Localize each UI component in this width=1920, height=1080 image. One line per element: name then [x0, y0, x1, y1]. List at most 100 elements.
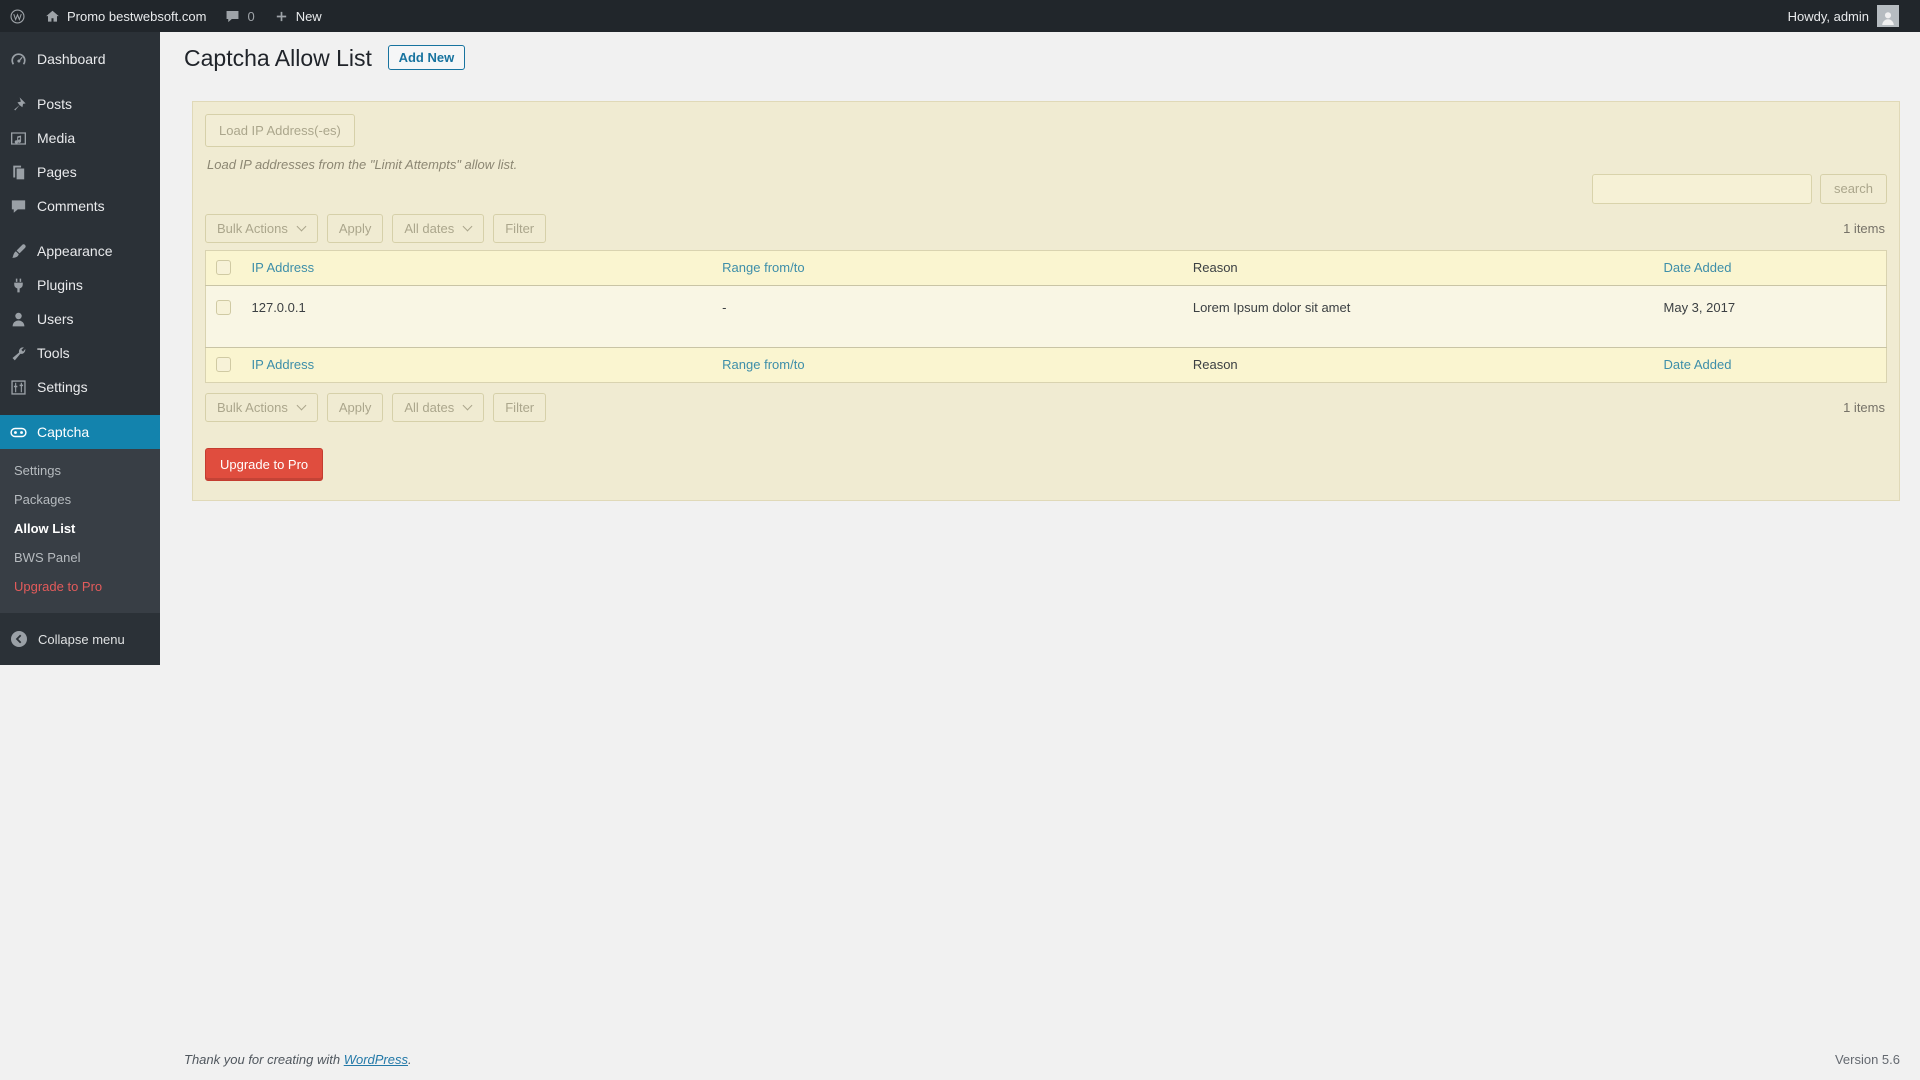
sidebar-item-label: Settings: [37, 379, 88, 395]
chevron-down-icon: [296, 221, 307, 232]
search-row: search: [205, 173, 1887, 204]
chevron-down-icon: [462, 400, 473, 411]
sidebar-item-users[interactable]: Users: [0, 302, 160, 336]
search-input[interactable]: [1591, 173, 1812, 204]
items-count-bottom: 1 items: [1843, 399, 1885, 415]
admin-sidebar: Dashboard Posts Media Pages Comments App…: [0, 32, 160, 665]
dashboard-icon: [9, 50, 28, 69]
column-header-ip-address[interactable]: IP Address: [241, 250, 713, 286]
upgrade-to-pro-button[interactable]: Upgrade to Pro: [205, 447, 324, 481]
sidebar-item-label: Pages: [37, 164, 77, 180]
load-ip-hint: Load IP addresses from the "Limit Attemp…: [207, 156, 518, 172]
sidebar-item-label: Users: [37, 311, 74, 327]
column-header-range[interactable]: Range from/to: [712, 250, 1183, 286]
search-button[interactable]: search: [1819, 173, 1887, 204]
sidebar-item-label: Posts: [37, 96, 73, 112]
avatar: [1877, 5, 1899, 27]
footer-header-ip-address[interactable]: IP Address: [241, 346, 713, 383]
load-ip-button[interactable]: Load IP Address(-es): [205, 113, 355, 147]
table-footer-row: IP Address Range from/to Reason Date Add…: [205, 346, 1887, 383]
bulk-actions-label: Bulk Actions: [217, 220, 288, 236]
column-header-date-added[interactable]: Date Added: [1653, 250, 1887, 286]
cell-reason: Lorem Ipsum dolor sit amet: [1182, 285, 1654, 348]
dates-filter-select[interactable]: All dates: [392, 213, 485, 243]
main-area: Captcha Allow List Add New Load IP Addre…: [160, 32, 1920, 1044]
footer-header-date-added[interactable]: Date Added: [1653, 346, 1887, 383]
filter-button[interactable]: Filter: [493, 213, 547, 243]
table-header-row: IP Address Range from/to Reason Date Add…: [205, 250, 1887, 286]
bulk-actions-select-bottom[interactable]: Bulk Actions: [205, 392, 318, 422]
menu-separator: [0, 76, 160, 87]
media-icon: [9, 129, 28, 148]
dates-filter-label: All dates: [404, 399, 455, 415]
collapse-menu-button[interactable]: Collapse menu: [0, 613, 160, 665]
sidebar-item-label: Captcha: [37, 424, 90, 440]
menu-separator: [0, 223, 160, 234]
select-all-checkbox[interactable]: [216, 259, 231, 275]
pin-icon: [9, 95, 28, 114]
submenu-item-packages[interactable]: Packages: [0, 485, 160, 514]
comment-bubble-icon: [227, 10, 239, 22]
submenu-item-upgrade-to-pro[interactable]: Upgrade to Pro: [0, 572, 160, 601]
submenu-item-bws-panel[interactable]: BWS Panel: [0, 543, 160, 572]
filter-button-bottom[interactable]: Filter: [493, 392, 547, 422]
sidebar-item-label: Dashboard: [37, 51, 106, 67]
wordpress-link[interactable]: WordPress: [344, 1052, 408, 1067]
sidebar-item-dashboard[interactable]: Dashboard: [0, 42, 160, 76]
admin-bar: Promo bestwebsoft.com 0 New Howdy, admin: [0, 0, 1920, 32]
home-icon: [46, 10, 59, 22]
row-checkbox[interactable]: [216, 299, 231, 315]
comments-menu[interactable]: 0: [215, 0, 263, 32]
tablenav-top: Bulk Actions Apply All dates Filter 1 it…: [205, 213, 1887, 243]
dates-filter-select-bottom[interactable]: All dates: [392, 392, 485, 422]
sidebar-item-label: Comments: [37, 198, 105, 214]
collapse-arrow-icon: [11, 631, 27, 647]
apply-button[interactable]: Apply: [326, 213, 384, 243]
sidebar-item-media[interactable]: Media: [0, 121, 160, 155]
site-name: Promo bestwebsoft.com: [67, 8, 207, 24]
captcha-submenu: Settings Packages Allow List BWS Panel U…: [0, 449, 160, 613]
sidebar-item-plugins[interactable]: Plugins: [0, 268, 160, 302]
sidebar-item-comments[interactable]: Comments: [0, 189, 160, 223]
submenu-item-allow-list[interactable]: Allow List: [0, 514, 160, 543]
sidebar-item-captcha[interactable]: Captcha: [0, 415, 160, 449]
footer-header-range[interactable]: Range from/to: [712, 346, 1183, 383]
wordpress-logo-icon: [10, 8, 25, 24]
chevron-down-icon: [462, 221, 473, 232]
comments-icon: [9, 197, 28, 216]
tablenav-bottom: Bulk Actions Apply All dates Filter 1 it…: [205, 392, 1887, 422]
sidebar-item-appearance[interactable]: Appearance: [0, 234, 160, 268]
apply-button-bottom[interactable]: Apply: [326, 392, 384, 422]
sidebar-item-tools[interactable]: Tools: [0, 336, 160, 370]
captcha-icon: [9, 423, 28, 442]
wp-logo-button[interactable]: [0, 0, 35, 32]
collapse-menu-label: Collapse menu: [38, 631, 125, 647]
content-area: Captcha Allow List Add New Load IP Addre…: [160, 0, 1920, 1080]
select-all-checkbox-footer[interactable]: [216, 356, 231, 372]
pages-icon: [9, 163, 28, 182]
add-new-button[interactable]: Add New: [387, 45, 466, 70]
footer-version: Version 5.6: [1834, 1052, 1900, 1067]
admin-menu: Dashboard Posts Media Pages Comments App…: [0, 32, 160, 449]
bulk-actions-label: Bulk Actions: [217, 399, 288, 415]
bulk-actions-select[interactable]: Bulk Actions: [205, 213, 318, 243]
person-icon: [1882, 12, 1894, 26]
sidebar-item-label: Appearance: [37, 243, 113, 259]
submenu-item-settings[interactable]: Settings: [0, 456, 160, 485]
howdy-text: Howdy, admin: [1787, 8, 1869, 24]
menu-separator: [0, 404, 160, 415]
account-menu[interactable]: Howdy, admin: [1773, 0, 1908, 32]
cell-range: -: [712, 285, 1183, 348]
settings-icon: [9, 378, 28, 397]
sidebar-item-label: Tools: [37, 345, 70, 361]
sidebar-item-posts[interactable]: Posts: [0, 87, 160, 121]
new-menu[interactable]: New: [264, 0, 331, 32]
cell-date-added: May 3, 2017: [1653, 285, 1887, 348]
sidebar-item-pages[interactable]: Pages: [0, 155, 160, 189]
sidebar-item-label: Media: [37, 130, 76, 146]
thanks-text: Thank you for creating with: [184, 1052, 344, 1067]
sidebar-item-settings[interactable]: Settings: [0, 370, 160, 404]
footer: Thank you for creating with WordPress. V…: [160, 1044, 1920, 1080]
dates-filter-label: All dates: [404, 220, 455, 236]
site-menu[interactable]: Promo bestwebsoft.com: [35, 0, 215, 32]
